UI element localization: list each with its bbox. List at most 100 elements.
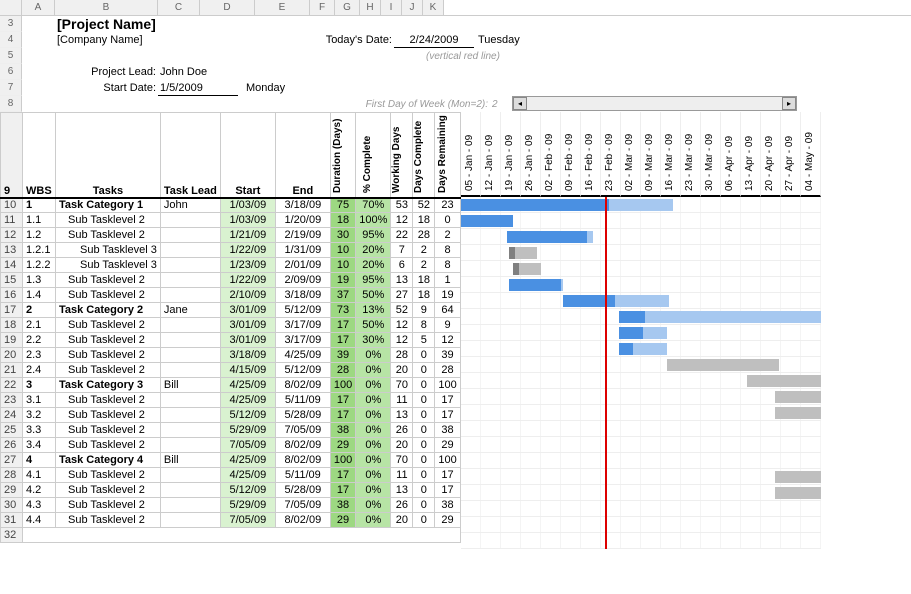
row-number[interactable]: 11 bbox=[1, 213, 23, 228]
row-number[interactable]: 24 bbox=[1, 408, 23, 423]
task-name-cell[interactable]: Sub Tasklevel 2 bbox=[56, 513, 161, 528]
duration-cell[interactable]: 10 bbox=[330, 258, 355, 273]
row-number-header[interactable]: 9 bbox=[1, 113, 23, 198]
select-all-corner[interactable] bbox=[0, 0, 22, 15]
gantt-row[interactable] bbox=[461, 389, 821, 405]
pct-complete-cell[interactable]: 30% bbox=[356, 333, 391, 348]
pct-complete-cell[interactable]: 50% bbox=[356, 318, 391, 333]
task-name-cell[interactable]: Sub Tasklevel 2 bbox=[56, 363, 161, 378]
days-complete-cell[interactable]: 0 bbox=[413, 408, 435, 423]
wbs-cell[interactable]: 4.4 bbox=[23, 513, 56, 528]
task-lead-cell[interactable] bbox=[160, 348, 220, 363]
days-remaining-cell[interactable]: 38 bbox=[435, 498, 460, 513]
gantt-row[interactable] bbox=[461, 213, 821, 229]
column-letter[interactable]: A bbox=[22, 0, 55, 15]
pct-complete-cell[interactable]: 13% bbox=[356, 303, 391, 318]
row-number[interactable]: 6 bbox=[0, 64, 22, 80]
task-row[interactable]: 304.3Sub Tasklevel 25/29/097/05/09380%26… bbox=[1, 498, 461, 513]
duration-cell[interactable]: 17 bbox=[330, 393, 355, 408]
working-days-cell[interactable]: 7 bbox=[391, 243, 413, 258]
task-lead-cell[interactable] bbox=[160, 213, 220, 228]
task-lead-cell[interactable] bbox=[160, 483, 220, 498]
row-number[interactable]: 21 bbox=[1, 363, 23, 378]
task-lead-cell[interactable]: Jane bbox=[160, 303, 220, 318]
days-complete-cell[interactable]: 18 bbox=[413, 288, 435, 303]
task-row[interactable]: 284.1Sub Tasklevel 24/25/095/11/09170%11… bbox=[1, 468, 461, 483]
days-complete-cell[interactable]: 0 bbox=[413, 513, 435, 528]
end-date-cell[interactable]: 8/02/09 bbox=[275, 438, 330, 453]
days-remaining-cell[interactable]: 64 bbox=[435, 303, 460, 318]
task-name-cell[interactable]: Sub Tasklevel 2 bbox=[56, 468, 161, 483]
row-number[interactable]: 15 bbox=[1, 273, 23, 288]
date-column-header[interactable]: 09 - Mar - 09 bbox=[641, 112, 661, 197]
days-complete-cell[interactable]: 9 bbox=[413, 303, 435, 318]
row-number[interactable]: 20 bbox=[1, 348, 23, 363]
wbs-cell[interactable]: 4.2 bbox=[23, 483, 56, 498]
column-letter[interactable]: H bbox=[360, 0, 381, 15]
end-date-cell[interactable]: 1/31/09 bbox=[275, 243, 330, 258]
gantt-row[interactable] bbox=[461, 245, 821, 261]
today-date-cell[interactable]: 2/24/2009 bbox=[394, 32, 474, 48]
end-date-cell[interactable]: 8/02/09 bbox=[275, 513, 330, 528]
task-name-cell[interactable]: Sub Tasklevel 2 bbox=[56, 288, 161, 303]
gantt-row[interactable] bbox=[461, 261, 821, 277]
end-date-cell[interactable]: 5/12/09 bbox=[275, 303, 330, 318]
wbs-cell[interactable]: 3.1 bbox=[23, 393, 56, 408]
duration-cell[interactable]: 17 bbox=[330, 318, 355, 333]
column-letter[interactable]: E bbox=[255, 0, 310, 15]
column-letter[interactable]: D bbox=[200, 0, 255, 15]
days-remaining-cell[interactable]: 1 bbox=[435, 273, 460, 288]
task-name-cell[interactable]: Sub Tasklevel 3 bbox=[56, 243, 161, 258]
column-letter[interactable]: I bbox=[381, 0, 402, 15]
working-days-cell[interactable]: 52 bbox=[391, 303, 413, 318]
row-number[interactable]: 17 bbox=[1, 303, 23, 318]
task-name-cell[interactable]: Task Category 3 bbox=[56, 378, 161, 393]
days-complete-cell[interactable]: 0 bbox=[413, 438, 435, 453]
days-remaining-cell[interactable]: 100 bbox=[435, 378, 460, 393]
row-number[interactable]: 25 bbox=[1, 423, 23, 438]
date-column-header[interactable]: 06 - Apr - 09 bbox=[721, 112, 741, 197]
column-letter[interactable]: K bbox=[423, 0, 444, 15]
wbs-cell[interactable]: 3 bbox=[23, 378, 56, 393]
task-lead-cell[interactable] bbox=[160, 423, 220, 438]
task-row[interactable]: 172Task Category 2Jane3/01/095/12/097313… bbox=[1, 303, 461, 318]
gantt-row[interactable] bbox=[461, 325, 821, 341]
wbs-cell[interactable]: 1.2.2 bbox=[23, 258, 56, 273]
end-date-cell[interactable]: 2/01/09 bbox=[275, 258, 330, 273]
task-row[interactable]: 233.1Sub Tasklevel 24/25/095/11/09170%11… bbox=[1, 393, 461, 408]
row-number[interactable]: 3 bbox=[0, 16, 22, 32]
start-date-cell[interactable]: 1/03/09 bbox=[220, 213, 275, 228]
date-column-header[interactable]: 16 - Mar - 09 bbox=[661, 112, 681, 197]
column-letter[interactable]: B bbox=[55, 0, 158, 15]
gantt-row[interactable] bbox=[461, 421, 821, 437]
pct-complete-header[interactable]: % Complete bbox=[356, 113, 391, 198]
end-date-cell[interactable]: 8/02/09 bbox=[275, 453, 330, 468]
pct-complete-cell[interactable]: 100% bbox=[356, 213, 391, 228]
task-name-cell[interactable]: Sub Tasklevel 3 bbox=[56, 258, 161, 273]
end-date-cell[interactable]: 3/18/09 bbox=[275, 288, 330, 303]
working-days-cell[interactable]: 20 bbox=[391, 438, 413, 453]
duration-cell[interactable]: 17 bbox=[330, 468, 355, 483]
working-days-cell[interactable]: 12 bbox=[391, 333, 413, 348]
days-complete-cell[interactable]: 2 bbox=[413, 243, 435, 258]
gantt-row[interactable] bbox=[461, 405, 821, 421]
row-number[interactable]: 7 bbox=[0, 80, 22, 96]
days-complete-cell[interactable]: 2 bbox=[413, 258, 435, 273]
days-complete-cell[interactable]: 0 bbox=[413, 348, 435, 363]
pct-complete-cell[interactable]: 0% bbox=[356, 423, 391, 438]
duration-cell[interactable]: 18 bbox=[330, 213, 355, 228]
working-days-cell[interactable]: 70 bbox=[391, 378, 413, 393]
date-column-header[interactable]: 30 - Mar - 09 bbox=[701, 112, 721, 197]
task-name-cell[interactable]: Sub Tasklevel 2 bbox=[56, 333, 161, 348]
task-row[interactable]: 121.2Sub Tasklevel 21/21/092/19/093095%2… bbox=[1, 228, 461, 243]
wbs-cell[interactable]: 2.4 bbox=[23, 363, 56, 378]
pct-complete-cell[interactable]: 0% bbox=[356, 363, 391, 378]
working-days-cell[interactable]: 26 bbox=[391, 498, 413, 513]
task-lead-cell[interactable] bbox=[160, 273, 220, 288]
working-days-cell[interactable]: 20 bbox=[391, 363, 413, 378]
row-number[interactable]: 31 bbox=[1, 513, 23, 528]
task-name-cell[interactable]: Task Category 2 bbox=[56, 303, 161, 318]
row-number[interactable]: 12 bbox=[1, 228, 23, 243]
pct-complete-cell[interactable]: 70% bbox=[356, 198, 391, 213]
start-date-cell[interactable]: 1/22/09 bbox=[220, 273, 275, 288]
